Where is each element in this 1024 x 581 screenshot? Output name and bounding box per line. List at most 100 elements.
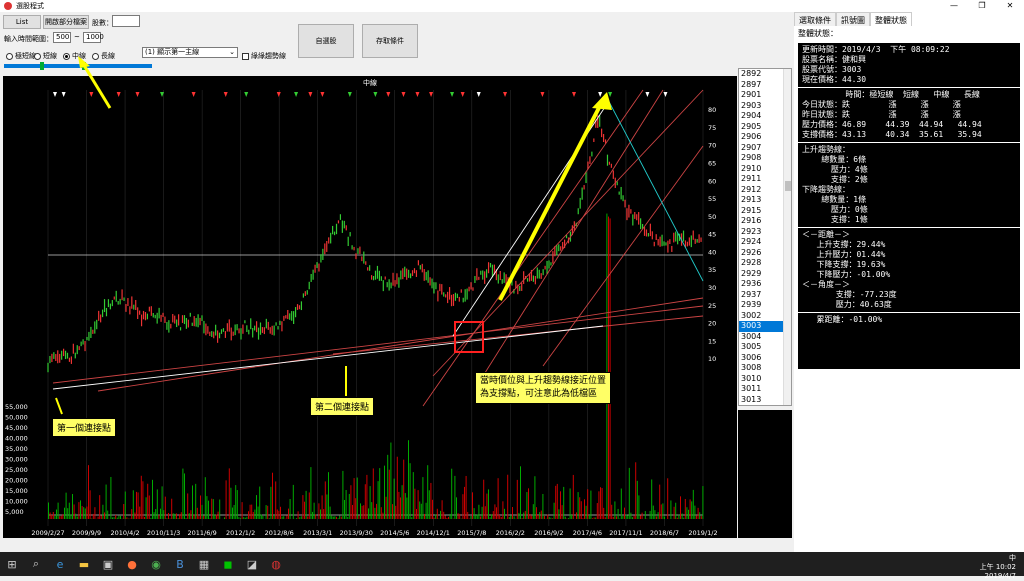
- status-line: 更新時間：2019/4/3 下午 08:09:22: [802, 45, 1016, 55]
- volume-bar: [314, 503, 315, 519]
- volume-bar: [701, 516, 702, 519]
- radio-mid[interactable]: 中線: [63, 51, 86, 61]
- volume-bar: [403, 460, 404, 519]
- volume-bar: [125, 492, 126, 519]
- title-bar: 選股程式 — ❐ ✕: [0, 0, 1024, 12]
- volume-bar: [80, 500, 81, 519]
- y-tick-label: 55: [708, 195, 716, 203]
- range-slider-handle-right[interactable]: [82, 62, 86, 70]
- firefox-icon[interactable]: ●: [120, 552, 144, 576]
- volume-bar: [142, 481, 143, 519]
- trend-line: [483, 90, 663, 376]
- range-slider-track[interactable]: [4, 64, 152, 68]
- maximize-button[interactable]: ❐: [968, 0, 996, 12]
- line-icon[interactable]: ◼: [216, 552, 240, 576]
- save-conditions-button[interactable]: 存取條件: [362, 24, 418, 58]
- tab-2[interactable]: 整體狀態: [870, 12, 912, 26]
- volume-bar: [211, 499, 212, 519]
- right-panel: 選取條件訊號圖整體狀態 整體狀態： 更新時間：2019/4/3 下午 08:09…: [794, 12, 1024, 552]
- calculator-icon[interactable]: ▦: [192, 552, 216, 576]
- stock-code-list[interactable]: 2892289729012903290429052906290729082910…: [738, 68, 792, 406]
- y-tick-label: 80: [708, 106, 716, 114]
- shares-input[interactable]: [112, 15, 140, 27]
- volume-bar: [189, 513, 190, 519]
- volume-bar: [656, 516, 657, 519]
- tab-0[interactable]: 選取條件: [794, 12, 836, 26]
- minimize-button[interactable]: —: [940, 0, 968, 12]
- volume-bar: [358, 515, 359, 519]
- volume-bar: [251, 505, 252, 519]
- volume-bar: [448, 517, 449, 519]
- scrollbar-thumb[interactable]: [785, 181, 791, 191]
- volume-bar: [598, 491, 599, 519]
- search-icon[interactable]: ⌕: [24, 552, 48, 576]
- volume-bar: [333, 517, 334, 519]
- volume-bar: [94, 507, 95, 519]
- y-tick-label: 65: [708, 159, 716, 167]
- volume-bar: [270, 487, 271, 519]
- custom-stock-button[interactable]: 自選股: [298, 24, 354, 58]
- status-line: ＜－距離－＞: [802, 230, 1016, 240]
- volume-bar: [514, 516, 515, 519]
- store-icon[interactable]: ▣: [96, 552, 120, 576]
- volume-bar: [178, 518, 179, 519]
- volume-bar: [627, 515, 628, 519]
- range-slider-handle-left[interactable]: [40, 62, 44, 70]
- volume-bar: [406, 498, 407, 519]
- range-to-input[interactable]: 1000: [83, 32, 101, 43]
- volume-bar: [491, 514, 492, 519]
- system-tray[interactable]: 中 上午 10:02 2019/4/7: [980, 554, 1016, 581]
- volume-bar: [590, 491, 591, 519]
- trendline-checkbox[interactable]: 綠綠趨勢線: [242, 51, 286, 61]
- radio-extreme-short[interactable]: 極短線: [6, 51, 36, 61]
- x-tick-label: 2016/9/2: [534, 529, 563, 537]
- range-from-input[interactable]: 500: [53, 32, 71, 43]
- volume-bar: [427, 465, 428, 519]
- volume-bar: [344, 500, 345, 519]
- volume-bar: [101, 515, 102, 519]
- volume-bar: [254, 510, 255, 519]
- volume-bar: [450, 514, 451, 519]
- volume-bar: [429, 490, 430, 519]
- status-line: 壓力：4條: [802, 165, 1016, 175]
- volume-bar: [682, 513, 683, 519]
- volume-bar: [357, 478, 358, 519]
- volume-bar: [213, 499, 214, 519]
- volume-bar: [75, 514, 76, 519]
- chart-title: 中線: [363, 78, 377, 87]
- status-line: 現在價格：44.30: [802, 75, 1016, 85]
- line-select[interactable]: (1) 顯示第一主線⌄: [142, 47, 238, 58]
- tab-1[interactable]: 訊號圖: [836, 12, 870, 26]
- app-b-icon[interactable]: B: [168, 552, 192, 576]
- volume-bar: [632, 517, 633, 519]
- code-list-scrollbar[interactable]: [783, 69, 791, 405]
- volume-bar: [373, 468, 374, 519]
- photos-icon[interactable]: ◪: [240, 552, 264, 576]
- start-icon[interactable]: ⊞: [0, 552, 24, 576]
- stock-chart[interactable]: 中線2009/2/272009/9/92010/4/22010/11/32011…: [3, 76, 737, 538]
- chrome-icon[interactable]: ◉: [144, 552, 168, 576]
- volume-bar: [82, 506, 83, 519]
- volume-bar: [62, 514, 63, 519]
- status-section-total: 累距離：-01.00%: [798, 313, 1020, 327]
- volume-bar: [267, 506, 268, 519]
- tray-language[interactable]: 中: [1009, 554, 1016, 562]
- open-file-button[interactable]: 開啟部分檔案: [43, 15, 89, 29]
- close-button[interactable]: ✕: [996, 0, 1024, 12]
- code-list-item[interactable]: 3014: [739, 405, 791, 406]
- stock-app-icon[interactable]: ◍: [264, 552, 288, 576]
- radio-short[interactable]: 短線: [34, 51, 57, 61]
- volume-bar: [654, 510, 655, 519]
- signal-marker: [415, 92, 419, 97]
- folder-icon[interactable]: ▬: [72, 552, 96, 576]
- list-button[interactable]: List: [3, 15, 41, 29]
- volume-bar: [504, 509, 505, 519]
- volume-bar: [426, 503, 427, 519]
- volume-bar: [282, 517, 283, 519]
- volume-bar: [562, 505, 563, 519]
- volume-bar: [378, 481, 379, 519]
- volume-bar: [205, 477, 206, 519]
- radio-long[interactable]: 長線: [92, 51, 115, 61]
- edge-icon[interactable]: e: [48, 552, 72, 576]
- volume-bar: [269, 518, 270, 519]
